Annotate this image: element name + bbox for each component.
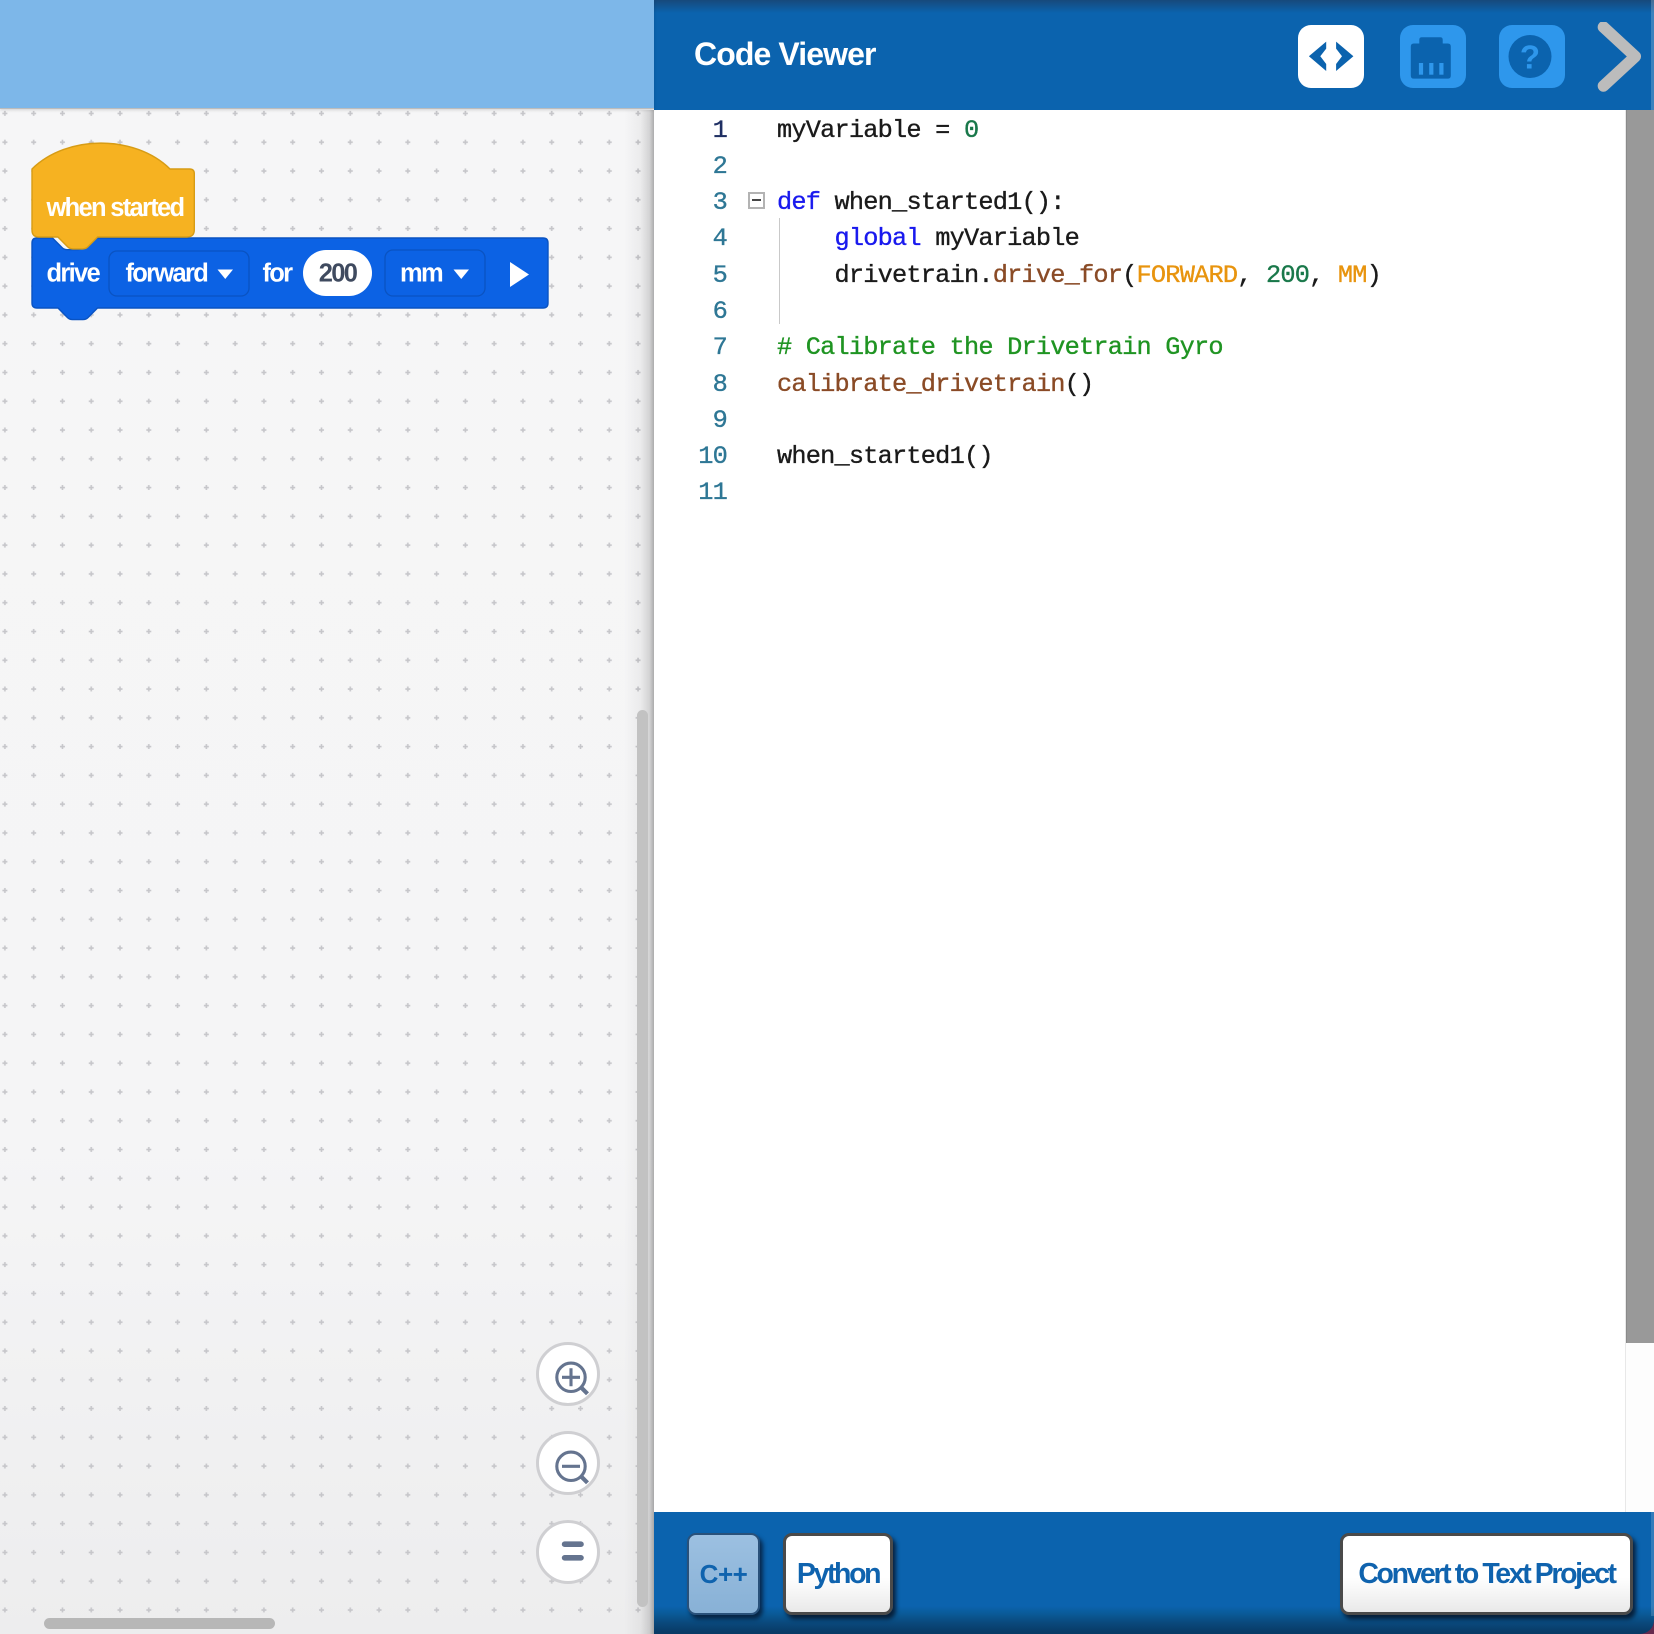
svg-text:mm: mm <box>400 260 443 288</box>
svg-text:drive: drive <box>47 260 101 288</box>
svg-text:?: ? <box>1520 39 1540 76</box>
svg-text:when started: when started <box>46 194 184 222</box>
svg-text:for: for <box>263 260 294 288</box>
svg-text:forward: forward <box>126 260 208 288</box>
svg-text:200: 200 <box>319 260 358 288</box>
